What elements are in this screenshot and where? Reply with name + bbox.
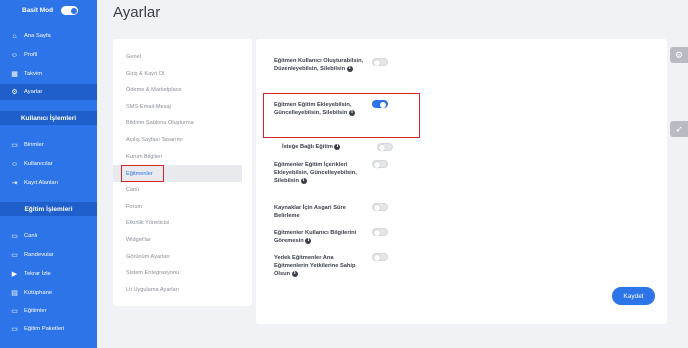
gear-icon: ⚙ [11,89,18,96]
info-icon[interactable]: i [300,177,307,184]
sidebar-item-label: Ana Sayfa [24,33,51,39]
menu-item-sms-email[interactable]: SMS-Email-Mesaj [113,98,242,115]
mode-label: Basit Mod [22,7,54,14]
info-icon[interactable]: i [334,143,341,150]
section-user-operations: Kullanıcı İşlemleri [0,111,97,125]
toggle-istege-bagli[interactable] [377,143,393,151]
sidebar-item-label: Eğitimler [24,308,47,314]
menu-item-odeme[interactable]: Ödeme & Marketplace [113,81,242,98]
user-icon: ☺ [10,51,19,59]
setting-label-egitim-icerikleri: Eğitmenler Eğitim İçerikleri Ekleyebilsi… [274,162,357,184]
menu-item-canli[interactable]: Canlı [113,181,242,198]
sidebar-item-label: Canlı [24,233,38,239]
library-icon: ▤ [11,290,18,297]
page-title: Ayarlar [113,4,161,21]
highlight-box-menu [121,165,164,182]
setting-label-kullanici-olusturma: Eğitmen Kullanıcı Oluşturabilsin, Düzenl… [274,58,364,72]
signin-icon: ⇥ [11,180,18,187]
menu-item-sistem-entegrasyonu[interactable]: Sistem Entegrasyonu [113,264,242,281]
sidebar-item-label: Ayarlar [24,89,43,95]
sidebar-item-takvim[interactable]: ▦ Takvim [0,66,97,82]
sidebar-item-label: Eğitim Paketleri [24,326,65,332]
save-button[interactable]: Kaydet [612,287,655,305]
sidebar-item-kullanicilar[interactable]: ☺ Kullanıcılar [0,156,97,172]
menu-item-forum[interactable]: Forum [113,198,242,215]
toggle-egitim-icerikleri[interactable] [372,160,388,168]
sidebar-item-randevular[interactable]: ▭ Randevular [0,247,97,263]
sidebar-item-egitimler[interactable]: ▭ Eğitimler [0,303,97,319]
replay-icon: ▶ [11,271,18,278]
section-education-operations: Eğitim İşlemleri [0,202,97,216]
sidebar-item-label: Randevular [24,252,54,258]
sidebar-item-kayit-alanlari[interactable]: ⇥ Kayıt Alanları [0,175,97,191]
setting-label-yedek-egitmenler: Yedek Eğitmenler Ana Eğitmenlerin Yetkil… [274,255,356,277]
toggle-asgari-sure[interactable] [372,203,388,211]
setting-label-kullanici-bilgileri: Eğitmenler Kullanıcı Bilgilerini Göremes… [274,230,357,244]
menu-item-gorunum[interactable]: Görünüm Ayarları [113,248,242,265]
highlight-box-setting [263,93,420,138]
courses-icon: ▭ [11,308,18,315]
sidebar-item-ayarlar[interactable]: ⚙ Ayarlar [0,84,97,100]
menu-item-etkinlik[interactable]: Etkinlik Yöneticisi [113,214,242,231]
folder-icon: ▭ [11,142,18,149]
gear-icon[interactable]: ⚙ [670,47,688,63]
appointment-icon: ▭ [11,252,18,259]
menu-item-acilis-sayfasi[interactable]: Açılış Sayfası Tasarımı [113,131,242,148]
sidebar-item-tekrar-izle[interactable]: ▶ Tekrar İzle [0,266,97,282]
menu-item-lti[interactable]: Lti Uygulama Ayarları [113,281,242,298]
sidebar-item-label: Tekrar İzle [24,271,51,277]
menu-item-giris-kayit[interactable]: Giriş & Kayıt Ol [113,65,242,82]
toggle-kullanici-olusturma[interactable] [372,58,388,66]
home-icon: ⌂ [12,32,17,40]
menu-item-bildirim-sablonu[interactable]: Bildirim Şablonu Oluşturma [113,114,242,131]
info-icon[interactable]: i [305,237,312,244]
menu-item-genel[interactable]: Genel [113,48,242,65]
sidebar-item-label: Birimler [24,142,44,148]
mode-switch[interactable]: Basit Mod [22,6,79,15]
setting-label-istege-bagli: İsteğe Bağlı Eğitim i [282,143,392,151]
rocket-icon[interactable]: ➶ [670,121,688,137]
sidebar-item-label: Takvim [24,71,43,77]
package-icon: ▭ [11,326,18,333]
setting-label-asgari-sure: Kaynaklar İçin Asgari Süre Belirleme [274,205,346,219]
menu-item-widgetlar[interactable]: Widget'lar [113,231,242,248]
live-icon: ▭ [11,233,18,240]
mode-toggle[interactable] [61,6,79,15]
info-icon[interactable]: i [346,65,353,72]
sidebar-item-label: Kullanıcılar [24,161,53,167]
sidebar-item-canli[interactable]: ▭ Canlı [0,228,97,244]
sidebar-item-label: Kütüphane [24,290,53,296]
menu-item-kurum-bilgileri[interactable]: Kurum Bilgileri [113,148,242,165]
toggle-yedek-egitmenler[interactable] [372,253,388,261]
sidebar-item-birimler[interactable]: ▭ Birimler [0,137,97,153]
sidebar-item-label: Kayıt Alanları [24,180,59,186]
sidebar-item-ana-sayfa[interactable]: ⌂ Ana Sayfa [0,28,97,44]
info-icon[interactable]: i [291,270,298,277]
sidebar: Basit Mod ⌂ Ana Sayfa ☺ Profil ▦ Takvim … [0,0,97,348]
toggle-kullanici-bilgileri[interactable] [372,228,388,236]
sidebar-item-kutuphane[interactable]: ▤ Kütüphane [0,285,97,301]
users-icon: ☺ [10,160,19,168]
sidebar-item-profil[interactable]: ☺ Profil [0,47,97,63]
calendar-icon: ▦ [11,71,18,78]
sidebar-item-egitim-paketleri[interactable]: ▭ Eğitim Paketleri [0,321,97,337]
sidebar-item-label: Profil [24,52,38,58]
